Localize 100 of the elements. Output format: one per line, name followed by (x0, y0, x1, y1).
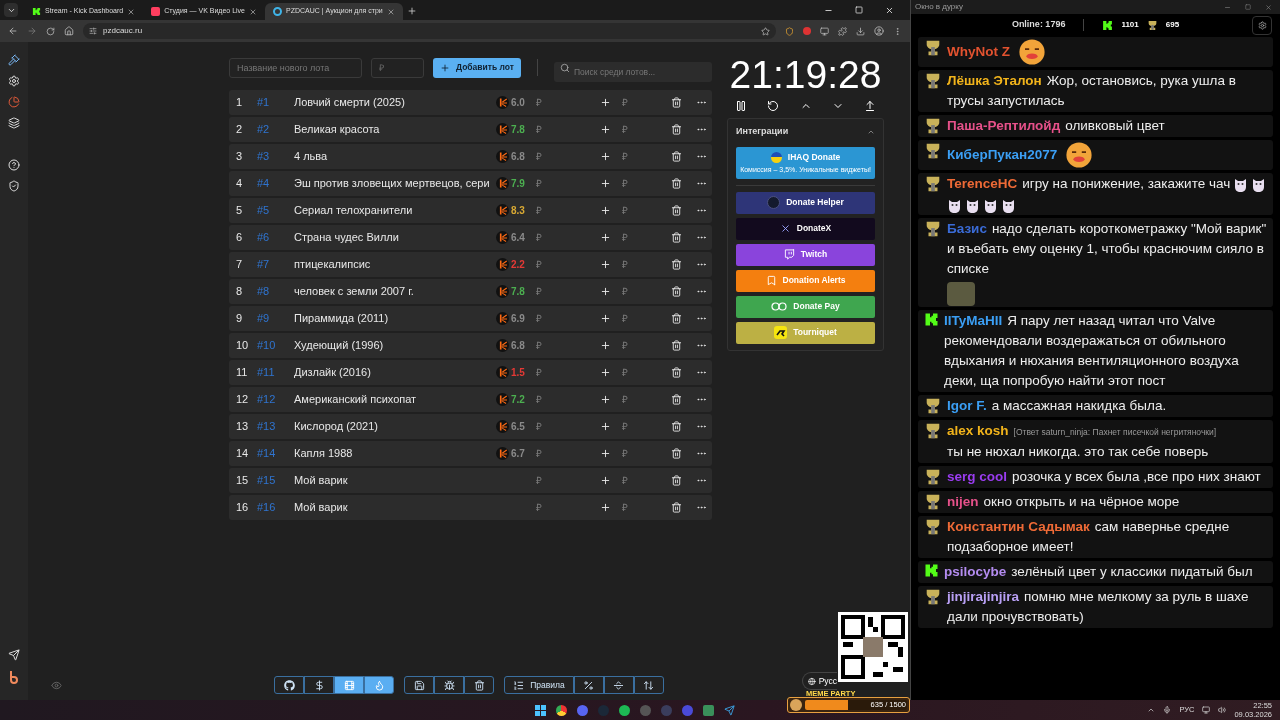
amount-field[interactable]: ₽ (536, 446, 588, 462)
toolbar-button[interactable] (633, 676, 664, 694)
new-tab-icon[interactable] (406, 6, 417, 16)
lot-id[interactable]: #11 (257, 364, 294, 381)
lot-id[interactable]: #3 (257, 148, 294, 165)
addition-field[interactable]: ₽ (622, 311, 662, 327)
help-icon[interactable] (8, 159, 20, 171)
amount-field[interactable]: ₽ (536, 473, 588, 489)
reload-icon[interactable] (46, 26, 55, 36)
lot-id[interactable]: #5 (257, 202, 294, 219)
monitor-icon[interactable] (1202, 706, 1211, 714)
addition-field[interactable]: ₽ (622, 176, 662, 192)
home-icon[interactable] (64, 26, 74, 36)
amount-field[interactable]: ₽ (536, 122, 588, 138)
close-icon[interactable] (249, 7, 257, 16)
lot-id[interactable]: #8 (257, 283, 294, 300)
swirl-logo-icon[interactable] (8, 670, 20, 684)
amount-field[interactable]: ₽ (536, 338, 588, 354)
gavel-icon[interactable] (8, 54, 20, 66)
lot-id[interactable]: #12 (257, 391, 294, 408)
toolbar-button[interactable] (434, 676, 465, 694)
chevron-up-icon[interactable] (1147, 706, 1156, 714)
toolbar-button[interactable] (603, 676, 634, 694)
volume-icon[interactable] (1218, 706, 1227, 714)
search-field[interactable]: Поиск среди лотов... (554, 61, 712, 82)
bookmark-star-icon[interactable] (761, 26, 770, 36)
lot-name-input[interactable]: Название нового лота (229, 57, 362, 78)
addition-field[interactable]: ₽ (622, 338, 662, 354)
back-icon[interactable] (8, 26, 18, 36)
lot-id[interactable]: #2 (257, 121, 294, 138)
eject-icon[interactable] (864, 100, 876, 112)
lot-id[interactable]: #7 (257, 256, 294, 273)
amount-field[interactable]: ₽ (536, 419, 588, 435)
screen-icon[interactable] (820, 26, 829, 36)
toolbar-button[interactable] (274, 676, 305, 694)
addition-field[interactable]: ₽ (622, 257, 662, 273)
pause-icon[interactable] (735, 100, 747, 112)
pie-chart-icon[interactable] (8, 96, 20, 108)
addition-field[interactable]: ₽ (622, 500, 662, 516)
integration-button[interactable]: Tourniquet (736, 321, 875, 344)
amount-field[interactable]: ₽ (536, 311, 588, 327)
settings-icon[interactable] (8, 75, 20, 87)
language-button[interactable]: Русс (802, 672, 837, 690)
extension-icon[interactable] (785, 26, 794, 36)
layers-icon[interactable] (8, 117, 20, 129)
addition-field[interactable]: ₽ (622, 230, 662, 246)
addition-field[interactable]: ₽ (622, 446, 662, 462)
extensions-icon[interactable] (838, 26, 847, 36)
amount-field[interactable]: ₽ (536, 203, 588, 219)
close-icon[interactable] (127, 7, 136, 16)
addition-field[interactable]: ₽ (622, 419, 662, 435)
lot-id[interactable]: #10 (257, 337, 294, 354)
lot-id[interactable]: #16 (257, 499, 294, 516)
amount-field[interactable]: ₽ (536, 230, 588, 246)
addition-field[interactable]: ₽ (622, 392, 662, 408)
addition-field[interactable]: ₽ (622, 365, 662, 381)
windows-logo-icon[interactable] (535, 704, 546, 716)
addition-field[interactable]: ₽ (622, 473, 662, 489)
amount-field[interactable]: ₽ (536, 95, 588, 111)
settings-button[interactable] (1252, 16, 1272, 35)
shield-icon[interactable] (8, 180, 20, 192)
reset-icon[interactable] (767, 100, 780, 112)
lot-id[interactable]: #9 (257, 310, 294, 327)
download-icon[interactable] (856, 26, 865, 36)
amount-input[interactable]: ₽ (371, 57, 424, 78)
toolbar-button[interactable]: Правила (504, 676, 574, 694)
addition-field[interactable]: ₽ (622, 203, 662, 219)
addition-field[interactable]: ₽ (622, 149, 662, 165)
amount-field[interactable]: ₽ (536, 284, 588, 300)
lot-id[interactable]: #13 (257, 418, 294, 435)
paper-plane-icon[interactable] (724, 704, 735, 716)
add-lot-button[interactable]: Добавить лот (433, 57, 521, 78)
addition-field[interactable]: ₽ (622, 95, 662, 111)
toolbar-button[interactable] (404, 676, 435, 694)
integration-button[interactable]: DonateX (736, 217, 875, 240)
lot-id[interactable]: #1 (257, 94, 294, 111)
lot-id[interactable]: #4 (257, 175, 294, 192)
toolbar-button[interactable] (464, 676, 495, 694)
integration-button[interactable]: Donate Pay (736, 295, 875, 318)
amount-field[interactable]: ₽ (536, 257, 588, 273)
amount-field[interactable]: ₽ (536, 392, 588, 408)
microphone-icon[interactable] (1163, 706, 1172, 714)
integration-button[interactable]: Donate Helper (736, 191, 875, 214)
amount-field[interactable]: ₽ (536, 365, 588, 381)
app-icon[interactable] (619, 704, 630, 716)
amount-field[interactable]: ₽ (536, 500, 588, 516)
lot-id[interactable]: #6 (257, 229, 294, 246)
address-bar[interactable]: pzdcauc.ru (83, 23, 776, 39)
tab-list-button[interactable] (4, 3, 18, 17)
amount-field[interactable]: ₽ (536, 176, 588, 192)
integration-button[interactable]: Twitch (736, 243, 875, 266)
addition-field[interactable]: ₽ (622, 284, 662, 300)
toolbar-button[interactable] (573, 676, 604, 694)
addition-field[interactable]: ₽ (622, 122, 662, 138)
eye-icon[interactable] (51, 679, 62, 691)
app-icon[interactable] (556, 704, 567, 716)
lot-id[interactable]: #15 (257, 472, 294, 489)
profile-icon[interactable] (874, 26, 884, 36)
toolbar-button[interactable] (304, 676, 335, 694)
toolbar-button[interactable] (364, 676, 395, 694)
